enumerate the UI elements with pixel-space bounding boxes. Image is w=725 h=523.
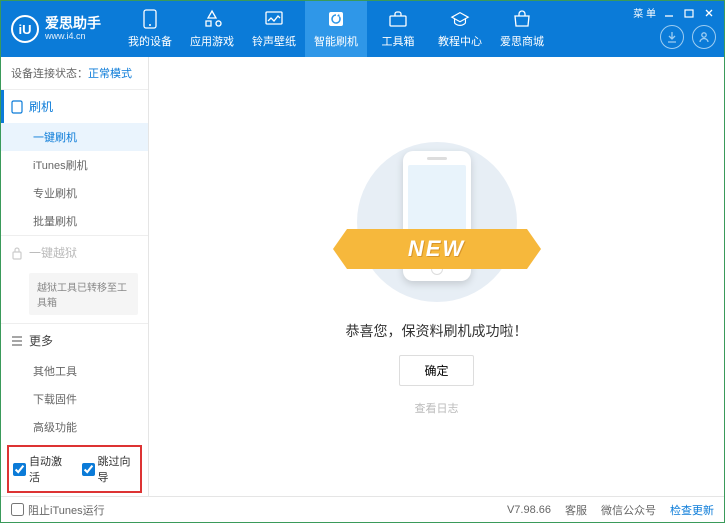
minimize-button[interactable] bbox=[662, 7, 676, 19]
graduation-icon bbox=[450, 9, 470, 29]
connection-label: 设备连接状态： bbox=[11, 68, 88, 80]
support-link[interactable]: 客服 bbox=[565, 502, 587, 518]
sidebar-item-advanced[interactable]: 高级功能 bbox=[1, 413, 148, 441]
download-icon[interactable] bbox=[660, 25, 684, 49]
connection-status: 设备连接状态：正常模式 bbox=[1, 57, 148, 89]
nav-apps-games[interactable]: 应用游戏 bbox=[181, 1, 243, 57]
nav-label: 教程中心 bbox=[438, 33, 482, 49]
nav-ringtone-wallpaper[interactable]: 铃声壁纸 bbox=[243, 1, 305, 57]
sidebar-item-pro-flash[interactable]: 专业刷机 bbox=[1, 179, 148, 207]
check-update-link[interactable]: 检查更新 bbox=[670, 502, 714, 518]
lock-icon bbox=[11, 246, 23, 260]
nav-tutorials[interactable]: 教程中心 bbox=[429, 1, 491, 57]
nav-label: 应用游戏 bbox=[190, 33, 234, 49]
jailbreak-note: 越狱工具已转移至工具箱 bbox=[29, 273, 138, 315]
sidebar-item-other-tools[interactable]: 其他工具 bbox=[1, 357, 148, 385]
logo: iU 爱思助手 www.i4.cn bbox=[11, 15, 101, 43]
sidebar-section-jailbreak[interactable]: 一键越狱 bbox=[1, 236, 148, 269]
options-row: 自动激活 跳过向导 bbox=[7, 445, 142, 493]
logo-icon: iU bbox=[11, 15, 39, 43]
section-title: 刷机 bbox=[29, 98, 53, 115]
version-text: V7.98.66 bbox=[507, 504, 551, 516]
nav-label: 铃声壁纸 bbox=[252, 33, 296, 49]
checkbox-auto-activate[interactable]: 自动激活 bbox=[13, 453, 68, 485]
nav-toolbox[interactable]: 工具箱 bbox=[367, 1, 429, 57]
checkbox-skip-guide[interactable]: 跳过向导 bbox=[82, 453, 137, 485]
nav-label: 智能刷机 bbox=[314, 33, 358, 49]
wallpaper-icon bbox=[264, 9, 284, 29]
sidebar-item-batch-flash[interactable]: 批量刷机 bbox=[1, 207, 148, 235]
nav-my-device[interactable]: 我的设备 bbox=[119, 1, 181, 57]
refresh-icon bbox=[326, 9, 346, 29]
maximize-button[interactable] bbox=[682, 7, 696, 19]
nav-label: 工具箱 bbox=[382, 33, 415, 49]
nav-smart-flash[interactable]: 智能刷机 bbox=[305, 1, 367, 57]
store-icon bbox=[512, 9, 532, 29]
sidebar-item-itunes-flash[interactable]: iTunes刷机 bbox=[1, 151, 148, 179]
checkbox-label: 自动激活 bbox=[29, 453, 68, 485]
section-title: 更多 bbox=[29, 332, 53, 349]
skip-guide-input[interactable] bbox=[82, 463, 95, 476]
checkbox-label: 跳过向导 bbox=[98, 453, 137, 485]
ok-button[interactable]: 确定 bbox=[399, 355, 473, 386]
app-header: iU 爱思助手 www.i4.cn 我的设备 应用游戏 铃声壁纸 智能刷机 bbox=[1, 1, 724, 57]
checkbox-label: 阻止iTunes运行 bbox=[28, 502, 105, 518]
nav-label: 爱思商城 bbox=[500, 33, 544, 49]
success-illustration: NEW bbox=[347, 137, 527, 307]
block-itunes-input[interactable] bbox=[11, 503, 24, 516]
window-controls: 菜 单 bbox=[633, 5, 716, 20]
sidebar: 设备连接状态：正常模式 刷机 一键刷机 iTunes刷机 专业刷机 批量刷机 一… bbox=[1, 57, 149, 496]
app-name: 爱思助手 bbox=[45, 16, 101, 31]
app-url: www.i4.cn bbox=[45, 32, 101, 42]
checkbox-block-itunes[interactable]: 阻止iTunes运行 bbox=[11, 502, 105, 518]
connection-value: 正常模式 bbox=[88, 68, 132, 80]
phone-icon bbox=[140, 9, 160, 29]
footer: 阻止iTunes运行 V7.98.66 客服 微信公众号 检查更新 bbox=[1, 496, 724, 522]
main-content: NEW 恭喜您，保资料刷机成功啦！ 确定 查看日志 bbox=[149, 57, 724, 496]
section-title: 一键越狱 bbox=[29, 244, 77, 261]
nav-store[interactable]: 爱思商城 bbox=[491, 1, 553, 57]
sidebar-section-flash[interactable]: 刷机 bbox=[1, 90, 148, 123]
view-log-link[interactable]: 查看日志 bbox=[415, 400, 459, 416]
wechat-link[interactable]: 微信公众号 bbox=[601, 502, 656, 518]
toolbox-icon bbox=[388, 9, 408, 29]
sidebar-section-more[interactable]: 更多 bbox=[1, 324, 148, 357]
sidebar-item-one-click-flash[interactable]: 一键刷机 bbox=[1, 123, 148, 151]
ribbon-text: NEW bbox=[408, 236, 465, 262]
user-icon[interactable] bbox=[692, 25, 716, 49]
phone-icon bbox=[11, 100, 23, 114]
nav-label: 我的设备 bbox=[128, 33, 172, 49]
auto-activate-input[interactable] bbox=[13, 463, 26, 476]
close-button[interactable] bbox=[702, 7, 716, 19]
main-nav: 我的设备 应用游戏 铃声壁纸 智能刷机 工具箱 教程中心 bbox=[119, 1, 553, 57]
sidebar-item-download-firmware[interactable]: 下载固件 bbox=[1, 385, 148, 413]
menu-text[interactable]: 菜 单 bbox=[633, 5, 656, 20]
success-message: 恭喜您，保资料刷机成功啦！ bbox=[346, 321, 528, 341]
apps-icon bbox=[202, 9, 222, 29]
list-icon bbox=[11, 335, 23, 347]
